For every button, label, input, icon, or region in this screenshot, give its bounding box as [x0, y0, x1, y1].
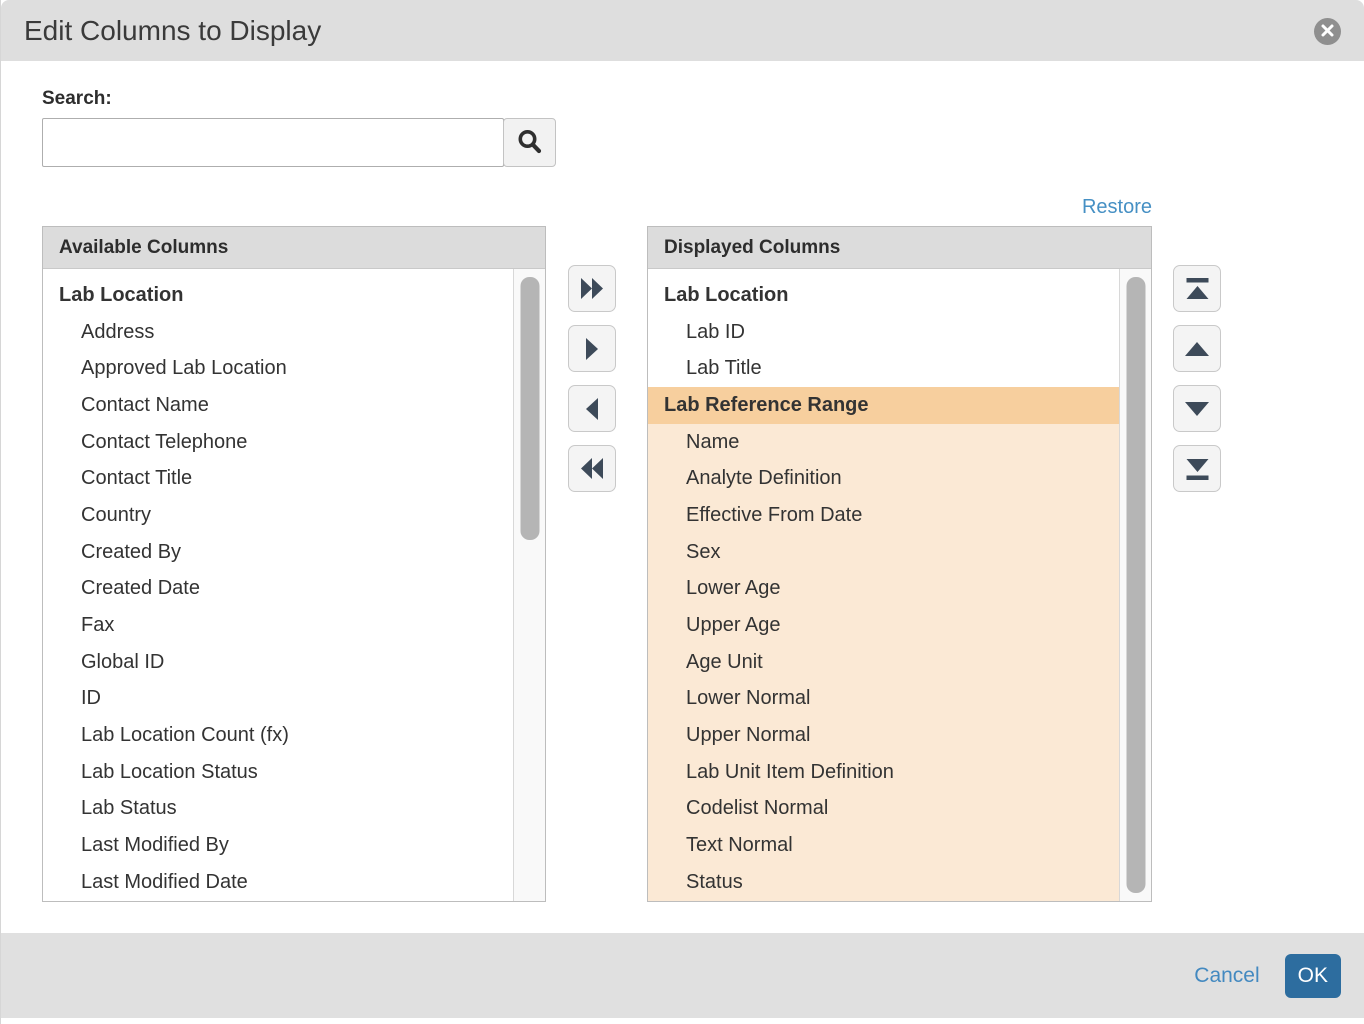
column-item-text-normal[interactable]: Text Normal — [648, 827, 1119, 864]
displayed-columns-list: Lab LocationLab IDLab TitleLab Reference… — [648, 269, 1119, 901]
column-item-created-date[interactable]: Created Date — [43, 571, 513, 608]
column-item-lower-normal[interactable]: Lower Normal — [648, 681, 1119, 718]
column-item-name[interactable]: Name — [648, 424, 1119, 461]
column-item-address[interactable]: Address — [43, 314, 513, 351]
column-item-lab-title[interactable]: Lab Title — [648, 350, 1119, 387]
move-up-button[interactable] — [1173, 325, 1221, 372]
dialog-title: Edit Columns to Display — [24, 15, 321, 47]
move-right-button[interactable] — [568, 325, 616, 372]
column-item-lab-unit-item-definition[interactable]: Lab Unit Item Definition — [648, 754, 1119, 791]
column-item-age-unit[interactable]: Age Unit — [648, 644, 1119, 681]
ok-button[interactable]: OK — [1285, 954, 1341, 998]
column-item-global-id[interactable]: Global ID — [43, 644, 513, 681]
arrow-down-icon — [1185, 402, 1209, 416]
column-item-country[interactable]: Country — [43, 497, 513, 534]
displayed-columns-header: Displayed Columns — [648, 227, 1151, 269]
arrow-down-to-bar-icon — [1186, 458, 1209, 480]
available-columns-list: Lab LocationAddressApproved Lab Location… — [43, 269, 513, 901]
column-item-contact-telephone[interactable]: Contact Telephone — [43, 424, 513, 461]
move-down-button[interactable] — [1173, 385, 1221, 432]
available-scrollbar-track[interactable] — [513, 269, 545, 901]
column-item-contact-title[interactable]: Contact Title — [43, 460, 513, 497]
displayed-scrollbar-track[interactable] — [1119, 269, 1151, 901]
column-item-upper-normal[interactable]: Upper Normal — [648, 717, 1119, 754]
arrow-up-icon — [1185, 342, 1209, 356]
column-item-codelist-normal[interactable]: Codelist Normal — [648, 791, 1119, 828]
search-button[interactable] — [503, 118, 556, 167]
column-item-last-modified-by[interactable]: Last Modified By — [43, 827, 513, 864]
column-item-lab-location[interactable]: Lab Location — [648, 277, 1119, 314]
move-all-left-button[interactable] — [568, 445, 616, 492]
close-icon — [1320, 23, 1335, 41]
column-item-created-by[interactable]: Created By — [43, 534, 513, 571]
search-icon — [516, 128, 543, 158]
column-item-status[interactable]: Status — [648, 864, 1119, 901]
double-arrow-left-icon — [580, 457, 604, 480]
move-left-button[interactable] — [568, 385, 616, 432]
cancel-button[interactable]: Cancel — [1194, 964, 1259, 988]
displayed-scrollbar-thumb[interactable] — [1126, 277, 1145, 893]
search-input[interactable] — [42, 118, 504, 167]
displayed-columns-panel: Displayed Columns Lab LocationLab IDLab … — [647, 226, 1152, 902]
available-columns-header: Available Columns — [43, 227, 545, 269]
reorder-buttons — [1173, 265, 1221, 492]
available-scrollbar-thumb[interactable] — [520, 277, 539, 540]
column-item-contact-name[interactable]: Contact Name — [43, 387, 513, 424]
restore-link[interactable]: Restore — [1082, 196, 1152, 219]
column-item-approved-lab-location[interactable]: Approved Lab Location — [43, 350, 513, 387]
close-button[interactable] — [1314, 18, 1341, 45]
column-item-lab-location-count-fx[interactable]: Lab Location Count (fx) — [43, 717, 513, 754]
column-item-effective-from-date[interactable]: Effective From Date — [648, 497, 1119, 534]
column-item-lab-location-status[interactable]: Lab Location Status — [43, 754, 513, 791]
column-item-analyte-definition[interactable]: Analyte Definition — [648, 460, 1119, 497]
arrow-left-icon — [585, 397, 599, 421]
column-item-lab-reference-range[interactable]: Lab Reference Range — [648, 387, 1119, 424]
double-arrow-right-icon — [580, 277, 604, 300]
move-to-top-button[interactable] — [1173, 265, 1221, 312]
search-label: Search: — [42, 88, 112, 110]
move-to-bottom-button[interactable] — [1173, 445, 1221, 492]
column-item-lab-location[interactable]: Lab Location — [43, 277, 513, 314]
dialog-titlebar: Edit Columns to Display — [1, 0, 1364, 61]
transfer-buttons — [568, 265, 616, 492]
column-item-upper-age[interactable]: Upper Age — [648, 607, 1119, 644]
arrow-right-icon — [585, 337, 599, 361]
column-item-lab-status[interactable]: Lab Status — [43, 791, 513, 828]
move-all-right-button[interactable] — [568, 265, 616, 312]
column-item-lower-age[interactable]: Lower Age — [648, 571, 1119, 608]
column-item-id[interactable]: ID — [43, 681, 513, 718]
column-item-last-modified-date[interactable]: Last Modified Date — [43, 864, 513, 901]
column-item-sex[interactable]: Sex — [648, 534, 1119, 571]
column-item-lab-id[interactable]: Lab ID — [648, 314, 1119, 351]
edit-columns-dialog: Edit Columns to Display Search: Restore … — [0, 0, 1364, 1024]
arrow-up-to-bar-icon — [1186, 278, 1209, 300]
dialog-footer: Cancel OK — [1, 933, 1364, 1018]
available-columns-panel: Available Columns Lab LocationAddressApp… — [42, 226, 546, 902]
column-item-fax[interactable]: Fax — [43, 607, 513, 644]
